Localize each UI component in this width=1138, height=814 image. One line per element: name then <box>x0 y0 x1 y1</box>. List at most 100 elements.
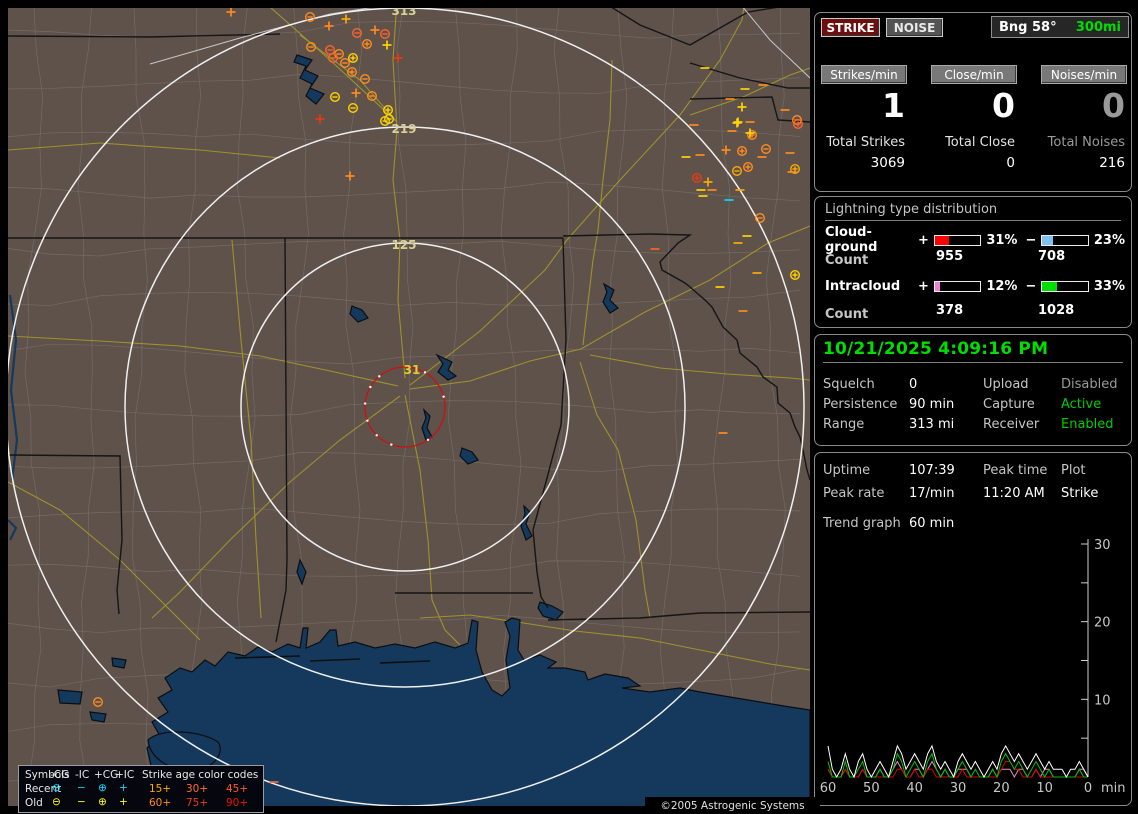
trend-x-tick: 40 <box>906 781 923 796</box>
state-borders <box>8 8 810 643</box>
uptime-value: 107:39 <box>909 463 955 478</box>
uptime-label: Uptime <box>823 463 871 478</box>
legend-col-ic-pos: +IC <box>115 769 135 781</box>
trend-x-tick: 0 <box>1084 781 1092 796</box>
cg-pos-recent-icon: ⊕ <box>98 782 107 794</box>
peak-time-value: 11:20 AM <box>983 486 1045 501</box>
ic-neg-pct: 33% <box>1093 279 1125 294</box>
strikes-per-min-label[interactable]: Strikes/min <box>821 65 907 84</box>
receiver-status: Enabled <box>1061 417 1114 432</box>
range-label: Range <box>823 417 865 432</box>
minus-sign: − <box>1025 279 1037 294</box>
trend-series-green <box>827 752 1088 779</box>
strike-symbol-icp <box>382 40 392 50</box>
ring-label: 219 <box>391 122 416 136</box>
close-per-min-label[interactable]: Close/min <box>931 65 1017 84</box>
intracloud-count-row: Count 378 1028 <box>825 303 1125 322</box>
strike-symbol-icp <box>345 171 355 181</box>
strike-symbol-cgn <box>330 91 341 102</box>
cg-neg-pct: 23% <box>1093 232 1125 248</box>
strikes-rate: 1 <box>882 86 905 125</box>
legend-col-ic-neg: -IC <box>75 769 90 781</box>
strike-symbol-cgn <box>306 42 317 53</box>
legend-col-cg-neg: -CG <box>50 769 70 781</box>
total-strikes-label: Total Strikes <box>826 135 905 150</box>
map-canvas: 313 219 125 31 <box>8 8 810 806</box>
noise-button[interactable]: NOISE <box>886 18 943 37</box>
noises-per-min-label[interactable]: Noises/min <box>1041 65 1127 84</box>
strike-symbol-icp <box>703 177 713 187</box>
distribution-box: Lightning type distribution Cloud-ground… <box>814 196 1132 328</box>
trend-y-tick: 10 <box>1094 693 1111 708</box>
intracloud-label: Intracloud <box>825 279 901 294</box>
strike-symbol-icp <box>370 25 380 35</box>
age-45: 45+ <box>226 783 249 795</box>
counters-box: STRIKE NOISE Bng 58° 300mi Strikes/min C… <box>814 12 1132 192</box>
strike-symbol-cgp <box>737 145 748 156</box>
peak-rate-label: Peak rate <box>823 486 885 501</box>
water <box>8 54 810 806</box>
strike-symbol-icp <box>226 8 236 17</box>
trend-graph-value: 60 min <box>909 516 955 531</box>
strike-symbol-icp <box>324 21 334 31</box>
ic-neg-recent-icon: − <box>77 782 86 794</box>
strike-symbol-icp <box>745 128 755 138</box>
strike-symbol-cgn <box>92 697 103 708</box>
close-rate: 0 <box>992 86 1015 125</box>
strike-symbol-icp <box>733 117 743 127</box>
cg-neg-recent-icon: ⊖ <box>52 782 61 794</box>
plus-sign: + <box>917 279 929 294</box>
strike-symbol-cgp <box>747 129 758 140</box>
lightning-map[interactable]: 313 219 125 31 Symbols -CG -IC +CG +IC Stri… <box>8 8 820 814</box>
cg-pos-old-icon: ⊕ <box>98 796 107 808</box>
trend-box: Uptime 107:39 Peak time Plot Peak rate 1… <box>814 452 1132 806</box>
age-60: 60+ <box>149 797 172 809</box>
map-legend: Symbols -CG -IC +CG +IC Strike age color… <box>18 765 264 813</box>
strike-symbol-cgn <box>761 143 772 154</box>
strike-symbol-cgp <box>348 53 359 64</box>
nexstorm-app: { "panel": { "strike_btn": "STRIKE", "no… <box>0 0 1138 814</box>
ic-pos-old-icon: + <box>119 796 128 808</box>
range-ring <box>124 126 686 688</box>
peak-rate-value: 17/min <box>909 486 955 501</box>
cg-pos-pct: 31% <box>986 232 1018 248</box>
trend-graph-label: Trend graph <box>823 516 901 531</box>
ring-label: 125 <box>391 238 416 252</box>
bearing-range: 300mi <box>1075 19 1121 35</box>
count-label: Count <box>825 253 869 268</box>
noises-rate: 0 <box>1102 86 1125 125</box>
total-close-label: Total Close <box>945 135 1015 150</box>
upload-status: Disabled <box>1061 377 1118 392</box>
ic-pos-pct: 12% <box>986 279 1018 294</box>
total-strikes-value: 3069 <box>870 155 905 171</box>
capture-status: Active <box>1061 397 1102 412</box>
strike-symbol-icp <box>732 118 742 128</box>
total-noises-label: Total Noises <box>1047 135 1125 150</box>
strike-symbol-cgp <box>790 270 801 281</box>
age-30: 30+ <box>186 783 209 795</box>
strike-symbol-icp <box>737 102 747 112</box>
strike-button[interactable]: STRIKE <box>821 18 880 37</box>
trend-x-tick: 20 <box>993 781 1010 796</box>
cg-neg-bar <box>1041 234 1089 246</box>
cg-pos-bar <box>933 234 982 246</box>
trend-x-unit: min <box>1101 781 1126 796</box>
legend-age-header: Strike age color codes <box>142 769 259 781</box>
cloud-ground-count-row: Count 955 708 <box>825 249 1125 268</box>
bearing-display: Bng 58° 300mi <box>991 16 1129 38</box>
minus-sign: − <box>1025 232 1037 248</box>
copyright-bar: ©2005 Astrogenic Systems <box>645 797 820 814</box>
trend-series-white <box>827 744 1089 779</box>
plus-sign: + <box>917 232 929 248</box>
strike-symbol-icp <box>341 14 351 24</box>
strike-symbol-cgn <box>340 58 351 69</box>
distribution-title: Lightning type distribution <box>825 202 1121 221</box>
squelch-label: Squelch <box>823 377 875 392</box>
total-close-value: 0 <box>1006 155 1015 171</box>
strike-symbol-cgn <box>380 29 391 40</box>
ring-label: 313 <box>391 8 416 18</box>
datetime-display: 10/21/2025 4:09:16 PM <box>823 339 1123 363</box>
plot-label: Plot <box>1061 463 1086 478</box>
strike-symbol-cgp <box>692 172 703 183</box>
ic-pos-bar <box>933 281 982 292</box>
